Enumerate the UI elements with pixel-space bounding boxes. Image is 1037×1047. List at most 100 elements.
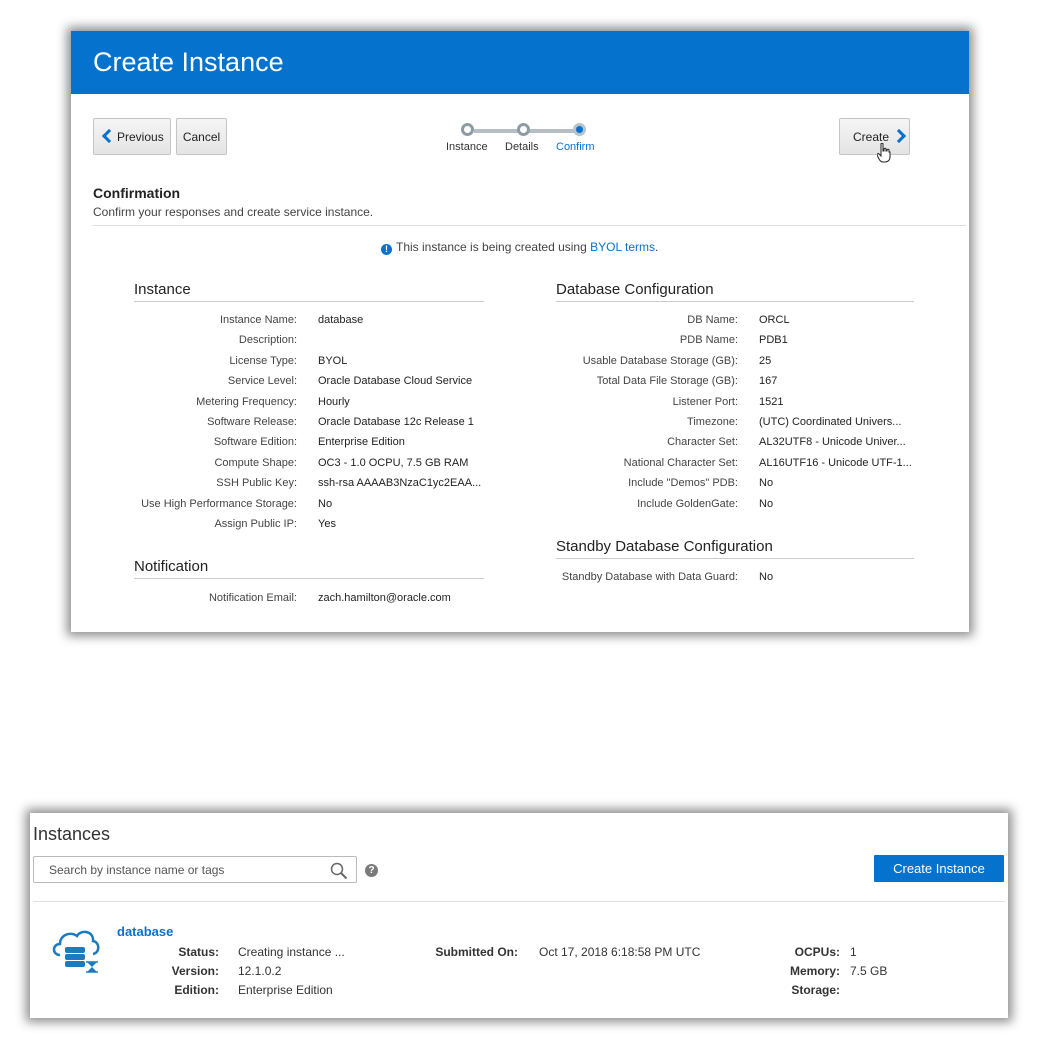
- search-icon[interactable]: [330, 862, 348, 880]
- train-connector: [474, 129, 519, 133]
- field-row: National Character Set: AL16UTF16 - Unico…: [556, 457, 976, 471]
- instances-panel: Instances ? Create Instance database Sta…: [30, 813, 1008, 1018]
- instance-section-heading: Instance: [134, 281, 484, 302]
- field-label: SSH Public Key:: [216, 477, 297, 489]
- field-row: DB Name: ORCL: [556, 314, 976, 328]
- status-value[interactable]: Creating instance ...: [238, 945, 345, 959]
- field-value: No: [318, 498, 333, 510]
- field-row: Compute Shape: OC3 - 1.0 OCPU, 7.5 GB RAM: [134, 457, 554, 471]
- field-row: Usable Database Storage (GB): 25: [556, 355, 976, 369]
- edition-row: Edition:: [130, 983, 219, 999]
- field-label: Assign Public IP:: [214, 518, 297, 530]
- create-instance-dialog: Create Instance Previous Cancel Instance…: [71, 31, 969, 632]
- field-value: PDB1: [759, 334, 788, 346]
- field-row: Metering Frequency: Hourly: [134, 396, 554, 410]
- hand-cursor-icon: [877, 143, 891, 163]
- create-button[interactable]: Create: [839, 118, 910, 155]
- memory-row: Memory:: [760, 964, 840, 980]
- field-label: Instance Name:: [219, 314, 297, 326]
- train-label-instance: Instance: [446, 141, 488, 153]
- field-value: AL16UTF16 - Unicode UTF-1...: [759, 457, 912, 469]
- field-value: Oracle Database Cloud Service: [318, 375, 473, 387]
- byol-notice-end: .: [655, 240, 659, 254]
- byol-terms-link[interactable]: BYOL terms: [590, 240, 655, 254]
- field-value: Yes: [318, 518, 336, 530]
- field-row: Description:: [134, 334, 554, 348]
- instance-name-link[interactable]: database: [117, 924, 173, 939]
- field-value: ssh-rsa AAAAB3NzaC1yc2EAA...: [318, 477, 482, 489]
- chevron-left-icon: [101, 128, 117, 144]
- edition-value: Enterprise Edition: [238, 983, 333, 997]
- field-value: OC3 - 1.0 OCPU, 7.5 GB RAM: [318, 457, 469, 469]
- field-label: Include "Demos" PDB:: [628, 477, 738, 489]
- train-label-confirm: Confirm: [556, 141, 595, 153]
- help-icon[interactable]: ?: [365, 864, 378, 877]
- field-value: zach.hamilton@oracle.com: [318, 592, 451, 604]
- field-row: Use High Performance Storage: No: [134, 498, 554, 512]
- create-instance-button[interactable]: Create Instance: [874, 855, 1004, 882]
- field-row: License Type: BYOL: [134, 355, 554, 369]
- field-label: Use High Performance Storage:: [141, 498, 297, 510]
- search-box[interactable]: [33, 856, 357, 883]
- field-label: Standby Database with Data Guard:: [561, 571, 738, 583]
- field-row: Software Release: Oracle Database 12c Rel…: [134, 416, 554, 430]
- submitted-value: Oct 17, 2018 6:18:58 PM UTC: [539, 945, 701, 959]
- field-value: Hourly: [318, 396, 350, 408]
- page-title: Instances: [33, 824, 111, 844]
- field-row: Include GoldenGate: No: [556, 498, 976, 512]
- field-label: Compute Shape:: [214, 457, 297, 469]
- field-label: Service Level:: [227, 375, 297, 387]
- field-value: 1521: [759, 396, 784, 408]
- train-label-details: Details: [505, 141, 539, 153]
- version-label: Version:: [171, 964, 219, 978]
- field-value: (UTC) Coordinated Univers...: [759, 416, 902, 428]
- memory-value: 7.5 GB: [850, 964, 888, 978]
- field-row: Service Level: Oracle Database Cloud Serv…: [134, 375, 554, 389]
- field-label: Software Edition:: [213, 436, 297, 448]
- create-button-label: Create: [853, 130, 890, 144]
- database-cloud-icon: [52, 930, 100, 973]
- divider: [33, 901, 1005, 902]
- train-stop-details[interactable]: [517, 123, 530, 136]
- field-value: database: [318, 314, 364, 326]
- field-label: Software Release:: [207, 416, 297, 428]
- field-label: Listener Port:: [672, 396, 738, 408]
- memory-label: Memory:: [789, 964, 840, 978]
- field-value: ORCL: [759, 314, 790, 326]
- ocpus-label: OCPUs:: [794, 945, 840, 959]
- submitted-row: Submitted On:: [410, 945, 518, 961]
- field-label: Character Set:: [667, 436, 738, 448]
- train-stop-confirm[interactable]: [573, 123, 586, 136]
- field-row: Timezone: (UTC) Coordinated Univers...: [556, 416, 976, 430]
- field-value: Oracle Database 12c Release 1: [318, 416, 474, 428]
- notification-section-heading: Notification: [134, 558, 484, 579]
- field-value: 25: [759, 355, 772, 367]
- chevron-right-icon: [891, 128, 907, 144]
- cancel-button[interactable]: Cancel: [176, 118, 227, 155]
- storage-label: Storage:: [791, 983, 840, 997]
- storage-row: Storage:: [760, 983, 840, 999]
- field-row: Total Data File Storage (GB): 167: [556, 375, 976, 389]
- train-stop-instance[interactable]: [461, 123, 474, 136]
- byol-notice-text: This instance is being created using: [396, 240, 591, 254]
- version-value: 12.1.0.2: [238, 964, 282, 978]
- field-value: No: [759, 498, 774, 510]
- previous-button[interactable]: Previous: [93, 118, 171, 155]
- search-input[interactable]: [35, 858, 325, 881]
- field-label: Timezone:: [687, 416, 738, 428]
- field-value: AL32UTF8 - Unicode Univer...: [759, 436, 906, 448]
- submitted-label: Submitted On:: [435, 945, 518, 959]
- field-row: Software Edition: Enterprise Edition: [134, 436, 554, 450]
- field-value: Enterprise Edition: [318, 436, 405, 448]
- divider: [93, 225, 966, 226]
- field-label: National Character Set:: [623, 457, 738, 469]
- field-label: Metering Frequency:: [196, 396, 297, 408]
- field-value: BYOL: [318, 355, 348, 367]
- info-icon: !: [381, 244, 392, 255]
- status-label: Status:: [178, 945, 219, 959]
- field-label: PDB Name:: [679, 334, 738, 346]
- standby-config-section-heading: Standby Database Configuration: [556, 538, 914, 559]
- previous-button-label: Previous: [117, 130, 164, 144]
- field-value: No: [759, 571, 774, 583]
- byol-notice: ! This instance is being created using BY…: [381, 240, 658, 255]
